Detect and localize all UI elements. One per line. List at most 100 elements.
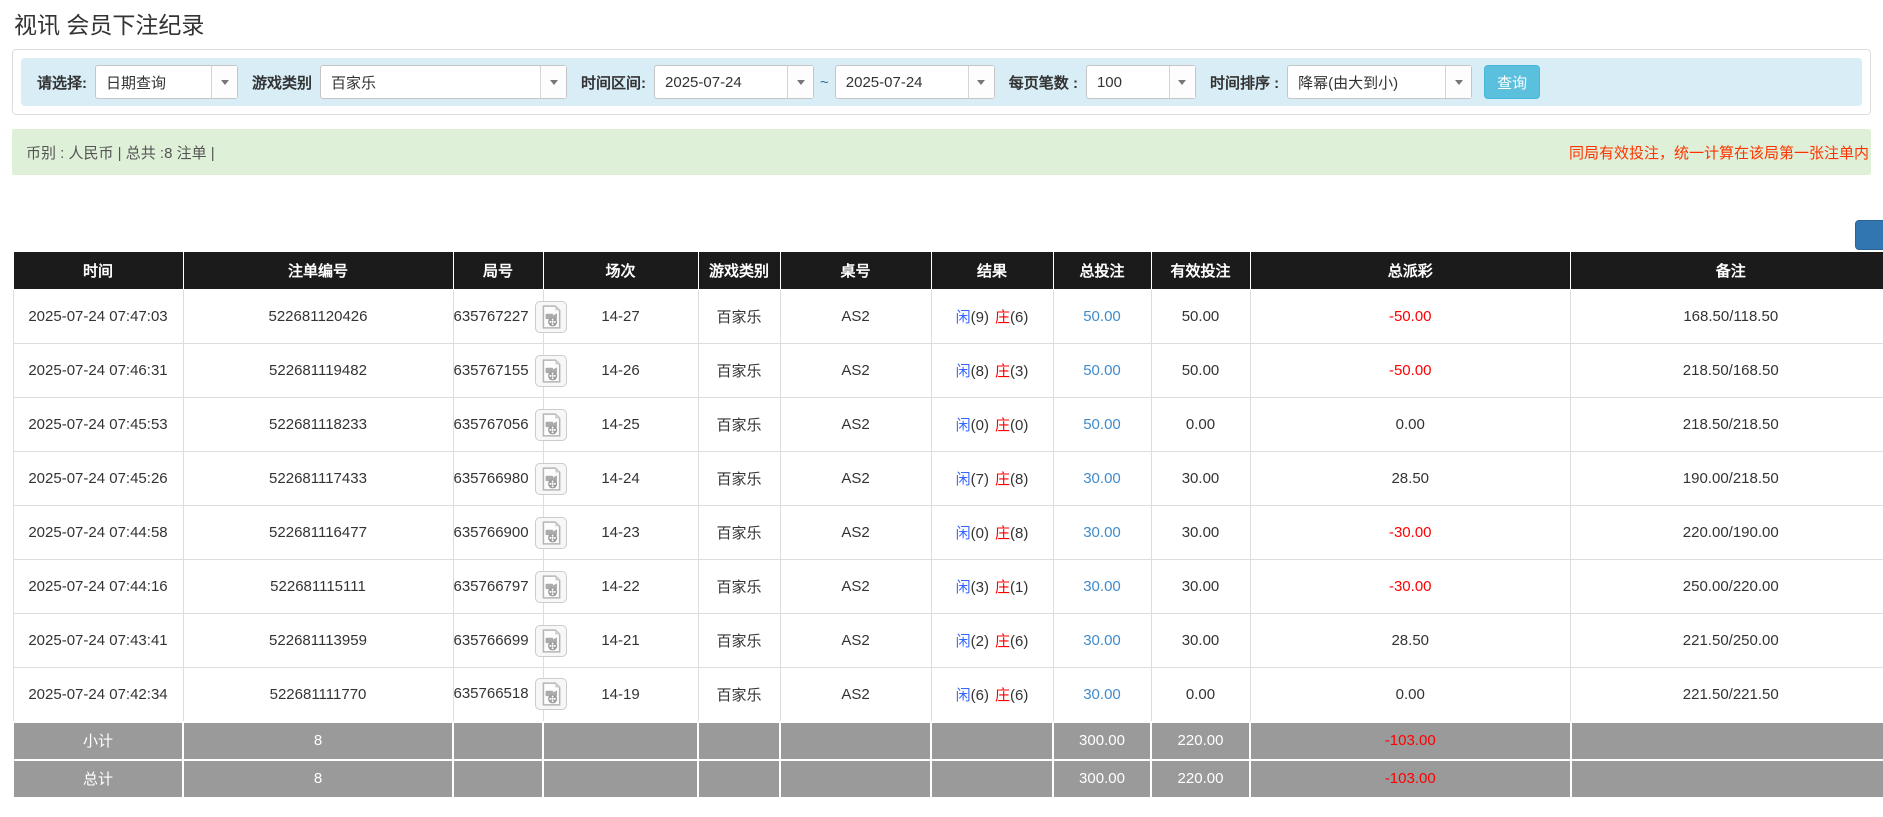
round-id-text: 635767056 [454, 415, 529, 432]
video-replay-button[interactable] [535, 571, 567, 603]
column-header: 游戏类别 [698, 252, 780, 290]
player-score: (7) [971, 471, 989, 488]
video-file-icon [538, 466, 564, 492]
date-to-select[interactable]: 2025-07-24 [835, 65, 995, 99]
cell-game-type: 百家乐 [698, 614, 780, 668]
player-score: (0) [971, 417, 989, 434]
summary-label: 小计 [13, 722, 183, 760]
cell-total-bet: 50.00 [1053, 344, 1151, 398]
cell-game-type: 百家乐 [698, 290, 780, 344]
video-file-icon [538, 628, 564, 654]
video-file-icon [538, 574, 564, 600]
round-id-text: 635767155 [454, 361, 529, 378]
summary-valid-bet: 220.00 [1151, 722, 1250, 760]
chevron-down-icon[interactable] [211, 66, 237, 98]
query-mode-select[interactable]: 日期查询 [95, 65, 238, 99]
date-from-select[interactable]: 2025-07-24 [654, 65, 814, 99]
banker-score: (8) [1010, 525, 1028, 542]
table-row: 2025-07-24 07:46:31 522681119482 6357671… [13, 344, 1883, 398]
round-id-text: 635766797 [454, 577, 529, 594]
cell-valid-bet: 50.00 [1151, 290, 1250, 344]
video-file-icon [538, 412, 564, 438]
total-bet-link[interactable]: 30.00 [1083, 578, 1121, 595]
cell-round-id: 635766900 [453, 506, 543, 560]
game-type-select[interactable]: 百家乐 [320, 65, 567, 99]
table-row: 2025-07-24 07:47:03 522681120426 6357672… [13, 290, 1883, 344]
cell-note: 221.50/221.50 [1571, 668, 1883, 722]
banker-result: 庄 [995, 579, 1010, 596]
video-replay-button[interactable] [535, 355, 567, 387]
cell-valid-bet: 30.00 [1151, 560, 1250, 614]
date-range-label: 时间区间: [581, 72, 646, 93]
cell-game-type: 百家乐 [698, 506, 780, 560]
betting-records-table: 时间注单编号局号场次游戏类别桌号结果总投注有效投注总派彩备注 2025-07-2… [12, 251, 1883, 799]
banker-score: (8) [1010, 471, 1028, 488]
video-replay-button[interactable] [535, 625, 567, 657]
cell-note: 220.00/190.00 [1571, 506, 1883, 560]
valid-bet-notice: 同局有效投注，统一计算在该局第一张注单内 [1569, 142, 1869, 163]
filter-toolbar: 请选择: 日期查询 游戏类别 百家乐 时间区间: 2025-07-24 ~ 20… [21, 58, 1862, 106]
cell-total-bet: 30.00 [1053, 560, 1151, 614]
cell-payout: -30.00 [1250, 506, 1571, 560]
cell-round-id: 635766699 [453, 614, 543, 668]
cell-table-no: AS2 [780, 614, 931, 668]
column-header: 注单编号 [183, 252, 453, 290]
banker-result: 庄 [995, 525, 1010, 542]
chevron-down-icon[interactable] [540, 66, 566, 98]
currency-total-text: 币别 : 人民币 | 总共 :8 注单 | [26, 142, 215, 163]
clipped-edge-button[interactable] [1855, 220, 1883, 250]
round-id-text: 635766518 [454, 685, 529, 702]
round-id-text: 635766900 [454, 523, 529, 540]
summary-total-bet: 300.00 [1053, 722, 1151, 760]
cell-round-id: 635767155 [453, 344, 543, 398]
banker-result: 庄 [995, 309, 1010, 326]
time-sort-label: 时间排序 : [1210, 72, 1279, 93]
chevron-down-icon[interactable] [787, 66, 813, 98]
cell-table-no: AS2 [780, 560, 931, 614]
cell-game-type: 百家乐 [698, 398, 780, 452]
page-size-value: 100 [1087, 66, 1169, 98]
cell-valid-bet: 0.00 [1151, 398, 1250, 452]
video-replay-button[interactable] [535, 301, 567, 333]
banker-result: 庄 [995, 363, 1010, 380]
video-replay-button[interactable] [535, 678, 567, 710]
query-button[interactable]: 查询 [1484, 65, 1540, 99]
total-bet-link[interactable]: 50.00 [1083, 416, 1121, 433]
column-header: 总投注 [1053, 252, 1151, 290]
table-row: 2025-07-24 07:45:26 522681117433 6357669… [13, 452, 1883, 506]
round-id-text: 635766980 [454, 469, 529, 486]
banker-score: (6) [1010, 309, 1028, 326]
video-replay-button[interactable] [535, 409, 567, 441]
date-range-tilde: ~ [820, 74, 829, 91]
player-score: (8) [971, 363, 989, 380]
video-replay-button[interactable] [535, 463, 567, 495]
total-bet-link[interactable]: 30.00 [1083, 632, 1121, 649]
player-result: 闲 [956, 633, 971, 650]
total-bet-link[interactable]: 30.00 [1083, 686, 1121, 703]
cell-table-no: AS2 [780, 506, 931, 560]
video-replay-button[interactable] [535, 517, 567, 549]
chevron-down-icon[interactable] [1445, 66, 1471, 98]
chevron-down-icon[interactable] [1169, 66, 1195, 98]
page-size-select[interactable]: 100 [1086, 65, 1196, 99]
player-result: 闲 [956, 687, 971, 704]
player-result: 闲 [956, 579, 971, 596]
chevron-down-icon[interactable] [968, 66, 994, 98]
date-from-value: 2025-07-24 [655, 66, 787, 98]
summary-payout: -103.00 [1250, 722, 1571, 760]
total-bet-link[interactable]: 30.00 [1083, 470, 1121, 487]
total-bet-link[interactable]: 30.00 [1083, 524, 1121, 541]
player-result: 闲 [956, 417, 971, 434]
time-sort-select[interactable]: 降幂(由大到小) [1287, 65, 1472, 99]
cell-valid-bet: 30.00 [1151, 614, 1250, 668]
banker-result: 庄 [995, 687, 1010, 704]
total-bet-link[interactable]: 50.00 [1083, 308, 1121, 325]
cell-time: 2025-07-24 07:46:31 [13, 344, 183, 398]
total-bet-link[interactable]: 50.00 [1083, 362, 1121, 379]
cell-time: 2025-07-24 07:45:26 [13, 452, 183, 506]
game-type-value: 百家乐 [321, 66, 540, 98]
summary-row: 小计 8 300.00 220.00 -103.00 [13, 722, 1883, 760]
summary-count: 8 [183, 722, 453, 760]
round-id-text: 635767227 [454, 307, 529, 324]
column-header: 局号 [453, 252, 543, 290]
